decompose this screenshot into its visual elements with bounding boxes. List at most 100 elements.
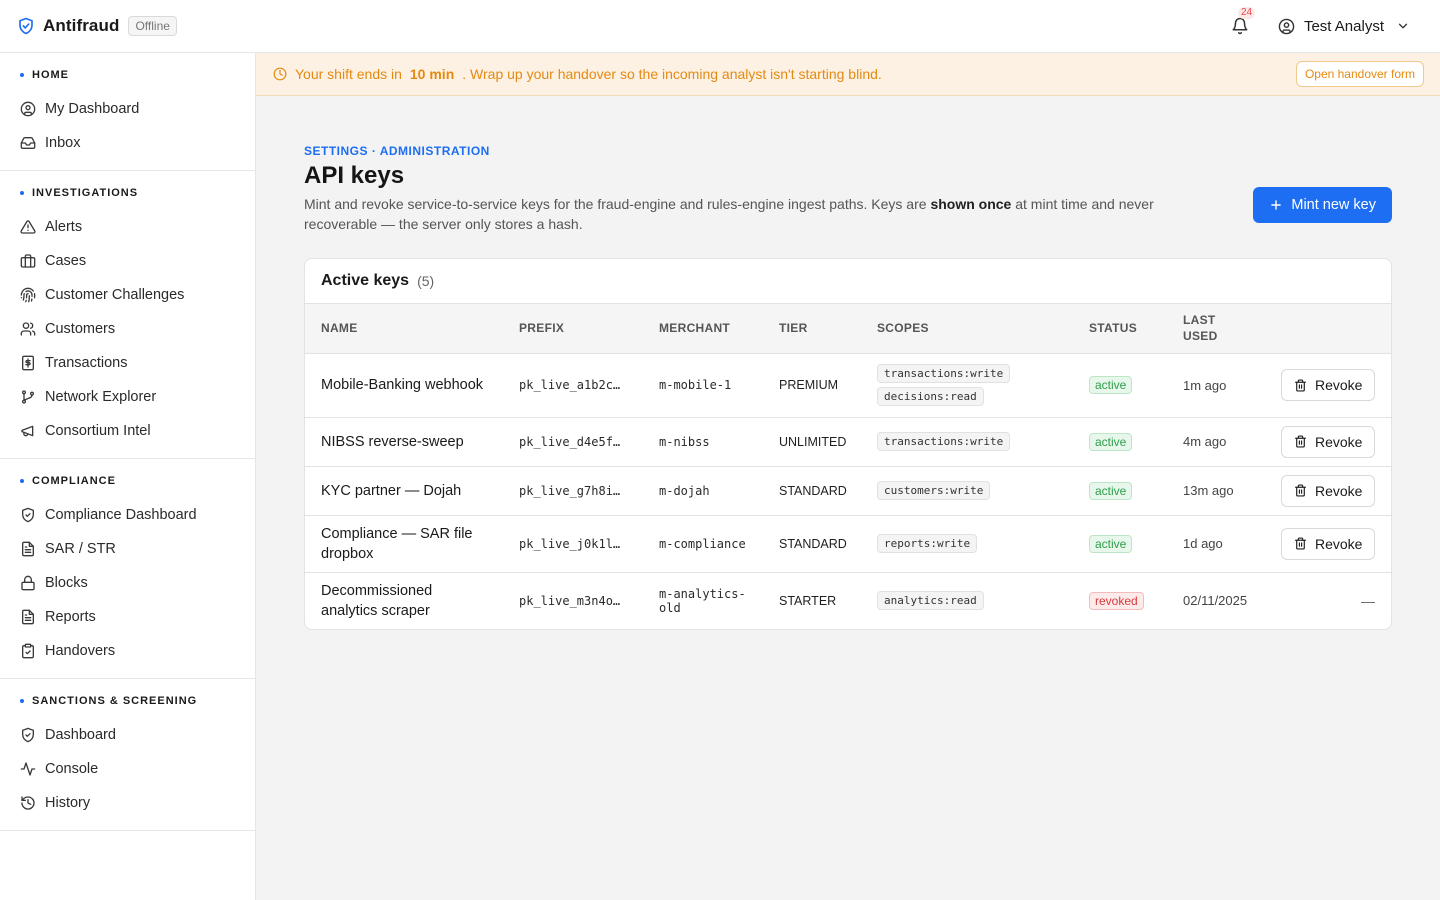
section-dot xyxy=(20,479,24,483)
revoke-button[interactable]: Revoke xyxy=(1281,369,1376,401)
table-row: KYC partner — Dojah pk_live_g7h8i9j0 m-doj… xyxy=(305,466,1391,515)
breadcrumb: SETTINGS · ADMINISTRATION xyxy=(304,144,490,158)
key-actions: Revoke xyxy=(1265,515,1391,572)
page-title: API keys xyxy=(304,162,405,189)
trash-icon xyxy=(1294,435,1307,448)
sidebar-item-label: Customer Challenges xyxy=(45,287,185,303)
sidebar-item-label: Handovers xyxy=(45,643,116,659)
key-tier: PREMIUM xyxy=(779,378,839,392)
sidebar-item-reports[interactable]: Reports xyxy=(8,600,247,634)
revoke-button[interactable]: Revoke xyxy=(1281,425,1376,458)
table-row: Compliance — SAR file dropbox pk_live_j0k… xyxy=(305,515,1391,572)
mint-new-key-button[interactable]: Mint new key xyxy=(1253,187,1392,223)
key-status-cell: revoked xyxy=(1073,572,1167,629)
sidebar-item-consortium-intel[interactable]: Consortium Intel xyxy=(8,414,247,448)
key-last-used: 13m ago xyxy=(1183,483,1234,498)
nav-section-sanctions-screening: SANCTIONS & SCREENING Dashboard Console His… xyxy=(0,679,255,831)
shift-ending-banner: Your shift ends in 10 min . Wrap up your… xyxy=(256,53,1440,96)
scope-chip: customers:write xyxy=(877,481,991,500)
sidebar-item-cases[interactable]: Cases xyxy=(8,244,247,278)
shield-icon xyxy=(17,17,35,35)
app-name: Antifraud xyxy=(43,16,120,35)
sidebar-item-label: Customers xyxy=(45,321,116,337)
status-badge: active xyxy=(1089,432,1133,451)
key-status-cell: active xyxy=(1073,515,1167,572)
key-status-cell: active xyxy=(1073,353,1167,417)
notification-count-badge: 24 xyxy=(1237,7,1256,19)
status-badge: active xyxy=(1089,376,1133,394)
key-scopes: customers:write xyxy=(861,466,1073,515)
key-actions: Revoke xyxy=(1265,353,1391,417)
sidebar-item-my-dashboard[interactable]: My Dashboard xyxy=(8,92,247,126)
top-bar: Antifraud Offline 24 Test Analyst xyxy=(0,0,1440,53)
sidebar-item-blocks[interactable]: Blocks xyxy=(8,566,247,600)
sidebar-item-console[interactable]: Console xyxy=(8,752,247,786)
revoke-button[interactable]: Revoke xyxy=(1281,474,1376,507)
main-content: Your shift ends in 10 min . Wrap up your… xyxy=(256,53,1440,900)
key-scopes: transactions:write decisions:read xyxy=(861,353,1073,417)
banner-text-prefix: Your shift ends in xyxy=(295,66,402,82)
notifications-button[interactable]: 24 xyxy=(1228,7,1256,38)
section-title-label: COMPLIANCE xyxy=(32,475,116,487)
key-prefix-cell: pk_live_a1b2c3d4 xyxy=(503,353,643,417)
key-merchant: m-mobile-1 xyxy=(659,378,732,392)
page-description: Mint and revoke service-to-service keys … xyxy=(304,194,1224,234)
key-status-cell: active xyxy=(1073,417,1167,466)
trash-icon xyxy=(1294,537,1307,550)
clock-icon xyxy=(273,67,287,81)
sidebar-item-customer-challenges[interactable]: Customer Challenges xyxy=(8,278,247,312)
sidebar-item-alerts[interactable]: Alerts xyxy=(8,210,247,244)
sidebar-item-sar-str[interactable]: SAR / STR xyxy=(8,532,247,566)
sidebar-item-label: Blocks xyxy=(45,575,88,591)
key-actions: Revoke xyxy=(1265,466,1391,515)
revoke-button[interactable]: Revoke xyxy=(1281,527,1376,560)
key-merchant: m-nibss xyxy=(659,434,710,449)
column-header-merchant: MERCHANT xyxy=(659,321,731,336)
sidebar-item-transactions[interactable]: Transactions xyxy=(8,346,247,380)
key-merchant: m-compliance xyxy=(659,536,746,551)
sidebar-item-handovers[interactable]: Handovers xyxy=(8,634,247,668)
api-keys-table: NAME PREFIX MERCHANT TIER SCOPES STATUS … xyxy=(305,304,1391,629)
sidebar-item-history[interactable]: History xyxy=(8,786,247,820)
sidebar-item-network-explorer[interactable]: Network Explorer xyxy=(8,380,247,414)
column-header-prefix: PREFIX xyxy=(519,321,565,336)
sidebar-item-label: Network Explorer xyxy=(45,389,157,405)
key-tier: STANDARD xyxy=(779,483,847,498)
shield-check-icon xyxy=(20,507,36,523)
key-prefix: pk_live_a1b2c3d4 xyxy=(519,378,627,392)
inbox-icon xyxy=(20,135,36,151)
open-handover-form-button[interactable]: Open handover form xyxy=(1295,61,1424,87)
key-merchant: m-dojah xyxy=(659,483,710,498)
column-header-name: NAME xyxy=(321,321,358,336)
sidebar-item-inbox[interactable]: Inbox xyxy=(8,126,247,160)
key-last-used: 4m ago xyxy=(1183,434,1227,449)
key-prefix-cell: pk_live_m3n4o5p6 xyxy=(503,572,643,629)
scope-chip: analytics:read xyxy=(877,591,984,610)
page-description-emphasis: shown once xyxy=(930,196,1012,212)
column-header-scopes: SCOPES xyxy=(877,321,929,336)
card-title: Active keys xyxy=(321,272,410,289)
key-actions: Revoke xyxy=(1265,417,1391,466)
sidebar-item-label: Cases xyxy=(45,253,87,269)
sidebar-item-customers[interactable]: Customers xyxy=(8,312,247,346)
shield-check-icon xyxy=(20,727,36,743)
table-row: NIBSS reverse-sweep pk_live_d4e5f6g7 m-nib… xyxy=(305,417,1391,466)
connection-status-badge: Offline xyxy=(128,16,177,36)
sidebar-item-compliance-dashboard[interactable]: Compliance Dashboard xyxy=(8,498,247,532)
key-merchant: m-analytics-old xyxy=(659,586,746,615)
lock-icon xyxy=(20,575,36,591)
nav-section-title: COMPLIANCE xyxy=(8,473,247,489)
scope-chip: decisions:read xyxy=(877,387,984,406)
section-title-label: HOME xyxy=(32,69,69,81)
key-tier: STARTER xyxy=(779,593,837,608)
table-row: Mobile-Banking webhook pk_live_a1b2c3d4 m-… xyxy=(305,353,1391,417)
plus-icon xyxy=(1269,198,1283,212)
clipboard-check-icon xyxy=(20,643,36,659)
section-dot xyxy=(20,191,24,195)
user-menu[interactable]: Test Analyst xyxy=(1278,18,1410,35)
sidebar-item-dashboard[interactable]: Dashboard xyxy=(8,718,247,752)
key-status-cell: active xyxy=(1073,466,1167,515)
nav-section-title: SANCTIONS & SCREENING xyxy=(8,693,247,709)
brand[interactable]: Antifraud Offline xyxy=(17,16,177,36)
banner-time: 10 min xyxy=(409,66,455,82)
